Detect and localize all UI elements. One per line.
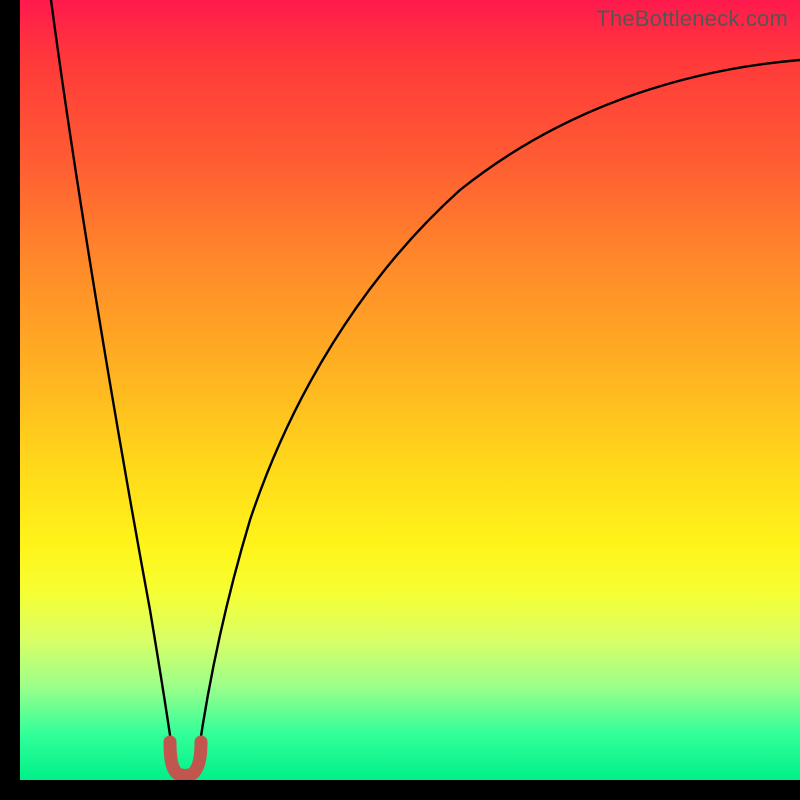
chart-plot-area: TheBottleneck.com xyxy=(20,0,800,780)
curve-right-branch xyxy=(198,60,800,756)
curve-left-branch xyxy=(51,0,173,756)
chart-axis-left xyxy=(0,0,20,800)
trough-marker xyxy=(170,742,201,776)
chart-axis-bottom xyxy=(0,780,800,800)
bottleneck-curve xyxy=(20,0,800,780)
watermark-label: TheBottleneck.com xyxy=(596,6,788,32)
